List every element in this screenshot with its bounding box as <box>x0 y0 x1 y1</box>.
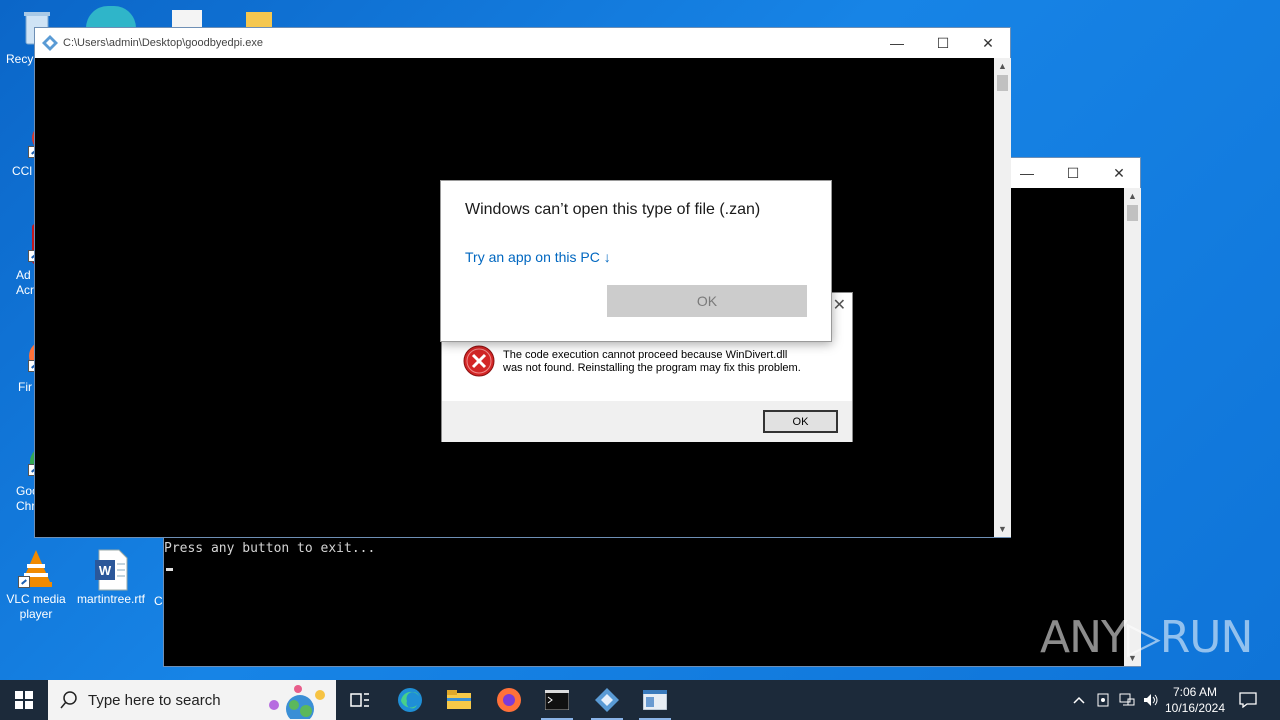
dialog-close-button[interactable]: ✕ <box>833 295 846 315</box>
close-button[interactable]: ✕ <box>965 28 1011 58</box>
open-with-ok-button[interactable]: OK <box>607 285 807 317</box>
search-placeholder: Type here to search <box>88 692 221 709</box>
file-explorer-taskbar-button[interactable] <box>435 680 483 720</box>
edge-desktop-icon[interactable] <box>86 6 136 28</box>
error-icon <box>463 345 495 377</box>
goodbyedpi-taskbar-button[interactable] <box>583 680 631 720</box>
maximize-button[interactable]: ☐ <box>920 28 966 58</box>
taskbar-search-box[interactable]: Type here to search <box>48 680 336 720</box>
speaker-icon <box>1144 694 1158 706</box>
taskbar: Type here to search 7:06 AM 10/16/2024 <box>0 680 1280 720</box>
window-app-icon <box>643 690 667 710</box>
network-icon <box>1119 693 1135 706</box>
edge-icon <box>398 688 422 712</box>
dialog-footer: OK <box>442 401 852 442</box>
scroll-up-arrow-icon[interactable]: ▲ <box>994 58 1011 74</box>
app-taskbar-button[interactable] <box>631 680 679 720</box>
clock-time: 7:06 AM <box>1172 685 1218 699</box>
scrollbar-thumb[interactable] <box>997 75 1008 91</box>
console-cursor <box>166 568 173 571</box>
volume-tray-button[interactable] <box>1142 680 1160 720</box>
notification-icon <box>1239 692 1257 708</box>
desktop-icon-label: VLC media player <box>6 592 66 621</box>
error-message-line-1: The code execution cannot proceed becaus… <box>503 349 788 361</box>
task-view-icon <box>350 693 369 707</box>
console-icon <box>545 690 569 710</box>
dialog-heading: Windows can’t open this type of file (.z… <box>465 201 761 218</box>
desktop-icon-label: C <box>154 594 163 608</box>
main-window-titlebar[interactable]: C:\Users\admin\Desktop\goodbyedpi.exe — … <box>35 28 1010 58</box>
firefox-taskbar-button[interactable] <box>485 680 533 720</box>
console-text: Press any button to exit... <box>164 541 376 556</box>
folder-desktop-icon[interactable] <box>246 12 272 28</box>
scroll-down-arrow-icon[interactable]: ▼ <box>994 521 1011 537</box>
main-console-scrollbar[interactable]: ▲ ▼ <box>994 58 1011 537</box>
scroll-up-arrow-icon[interactable]: ▲ <box>1124 188 1141 204</box>
goodbyedpi-icon <box>595 688 619 712</box>
desktop-icon-vlc[interactable]: VLC media player <box>0 548 72 622</box>
word-document-icon: W <box>91 548 131 591</box>
edge-taskbar-button[interactable] <box>386 680 434 720</box>
error-message: The code execution cannot proceed becaus… <box>503 349 843 375</box>
open-with-dialog[interactable]: Windows can’t open this type of file (.z… <box>440 180 832 342</box>
error-ok-button[interactable]: OK <box>763 410 838 433</box>
window-title: C:\Users\admin\Desktop\goodbyedpi.exe <box>63 37 263 49</box>
security-tray-button[interactable] <box>1094 680 1112 720</box>
minimize-button[interactable]: — <box>874 28 920 58</box>
close-button[interactable]: ✕ <box>1096 158 1142 188</box>
chevron-up-icon <box>1073 696 1085 704</box>
show-hidden-icons-button[interactable] <box>1070 680 1088 720</box>
clock-date: 10/16/2024 <box>1164 701 1226 715</box>
vlc-icon <box>16 548 56 588</box>
folder-icon <box>447 690 471 709</box>
try-app-link[interactable]: Try an app on this PC ↓ <box>465 249 611 265</box>
notifications-button[interactable] <box>1234 680 1262 720</box>
cmd-taskbar-button[interactable] <box>533 680 581 720</box>
firefox-icon <box>497 688 521 712</box>
desktop-icon-martintree[interactable]: W martintree.rtf <box>75 548 147 607</box>
desktop-icon-partial[interactable]: C <box>150 594 164 609</box>
maximize-button[interactable]: ☐ <box>1050 158 1096 188</box>
scrollbar-thumb[interactable] <box>1127 205 1138 221</box>
anyrun-watermark: ANY▷RUN <box>1040 612 1253 663</box>
desktop-icon-label: martintree.rtf <box>76 592 145 606</box>
app-icon <box>42 35 58 51</box>
taskbar-clock[interactable]: 7:06 AM 10/16/2024 <box>1160 684 1230 716</box>
error-message-line-2: was not found. Reinstalling the program … <box>503 362 801 374</box>
search-highlight-image-icon <box>269 685 325 719</box>
task-view-button[interactable] <box>336 680 384 720</box>
start-button[interactable] <box>0 680 48 720</box>
windows-logo-icon <box>15 691 33 709</box>
back-console-scrollbar[interactable]: ▲ ▼ <box>1124 188 1141 666</box>
document-desktop-icon[interactable] <box>172 10 202 28</box>
svg-text:W: W <box>99 563 112 578</box>
search-icon <box>60 691 77 709</box>
network-tray-button[interactable] <box>1118 680 1136 720</box>
device-icon <box>1097 693 1109 707</box>
